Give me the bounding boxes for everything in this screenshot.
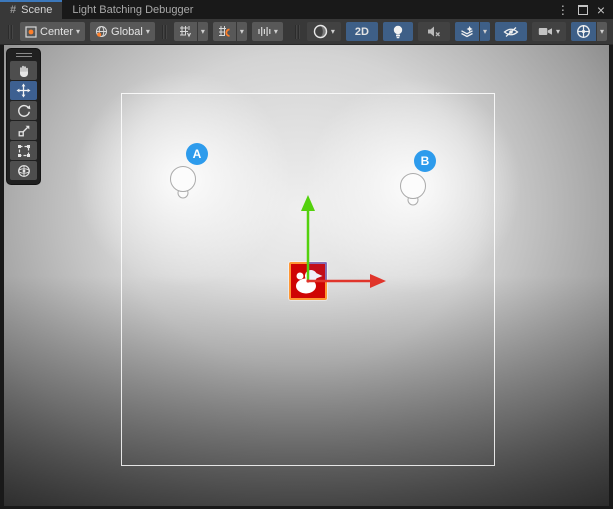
rotate-tool[interactable] [10, 101, 37, 120]
effects-group: ▾ [455, 22, 490, 41]
scale-tool[interactable] [10, 121, 37, 140]
shading-mode-icon [313, 24, 328, 39]
light-b-label: B [421, 154, 430, 168]
orientation-dropdown[interactable]: Global ▾ [90, 22, 155, 41]
mode-2d-button[interactable]: 2D [346, 22, 378, 41]
light-b-badge: B [414, 150, 436, 172]
audio-mute-icon [427, 25, 441, 38]
scale-icon [17, 124, 31, 138]
gizmos-icon [576, 24, 591, 39]
maximize-icon[interactable] [578, 5, 588, 15]
move-tool[interactable] [10, 81, 37, 100]
light-bulb-icon [392, 25, 404, 39]
light-a-label: A [193, 147, 202, 161]
grid-visibility-button[interactable] [174, 22, 197, 41]
scene-visibility-button[interactable] [495, 22, 527, 41]
tab-light-batching-debugger-label: Light Batching Debugger [72, 4, 193, 16]
scene-toolbar: Center ▾ Global ▾ ▾ [0, 19, 613, 45]
chevron-down-icon: ▾ [201, 28, 205, 36]
window-controls: ⋮ × [549, 0, 613, 19]
snap-group: ▾ [213, 22, 247, 41]
tab-bar: # Scene Light Batching Debugger ⋮ × [0, 0, 613, 19]
toolbar-grip [295, 25, 300, 39]
light-a-badge: A [186, 143, 208, 165]
view-hand-tool[interactable] [10, 61, 37, 80]
tab-scene[interactable]: # Scene [0, 0, 62, 19]
scene-camera-dropdown[interactable]: ▾ [532, 22, 566, 41]
transform-icon [17, 164, 31, 178]
audio-button[interactable] [418, 22, 450, 41]
selected-sprite[interactable] [289, 262, 327, 300]
effects-icon [460, 25, 474, 39]
move-icon [16, 83, 31, 98]
camera-icon [538, 26, 553, 37]
scene-tab-icon: # [10, 4, 16, 16]
chevron-down-icon: ▾ [274, 28, 278, 36]
tab-light-batching-debugger[interactable]: Light Batching Debugger [62, 0, 203, 19]
pivot-dropdown[interactable]: Center ▾ [20, 22, 85, 41]
light-a-gizmo[interactable] [168, 165, 198, 201]
pivot-label: Center [40, 26, 73, 38]
effects-button[interactable] [455, 22, 479, 41]
close-icon[interactable]: × [597, 3, 605, 17]
chevron-down-icon: ▾ [76, 28, 80, 36]
chevron-down-icon: ▾ [331, 28, 335, 36]
chevron-down-icon: ▾ [556, 28, 560, 36]
grid-visibility-group: ▾ [174, 22, 208, 41]
rect-tool[interactable] [10, 141, 37, 160]
tabbar-spacer [203, 0, 548, 19]
gizmos-button[interactable] [571, 22, 596, 41]
scene-lighting-button[interactable] [383, 22, 413, 41]
gizmos-dropdown[interactable]: ▾ [597, 22, 607, 41]
pivot-icon [25, 26, 37, 38]
tools-overlay [6, 48, 41, 185]
hand-icon [17, 64, 31, 78]
hidden-objects-icon [503, 26, 519, 38]
orientation-label: Global [111, 26, 143, 38]
snap-increment-icon [257, 25, 271, 38]
rotate-icon [17, 104, 31, 118]
toolbar-grip [162, 25, 167, 39]
chevron-down-icon: ▾ [240, 28, 244, 36]
chevron-down-icon: ▾ [600, 28, 604, 36]
snap-dropdown[interactable]: ▾ [237, 22, 247, 41]
toolbar-grip [8, 25, 13, 39]
chevron-down-icon: ▾ [483, 28, 487, 36]
tab-scene-label: Scene [21, 4, 52, 16]
shading-mode-dropdown[interactable]: ▾ [307, 22, 341, 41]
effects-dropdown[interactable]: ▾ [480, 22, 490, 41]
scene-viewport[interactable]: A B [4, 45, 609, 506]
snap-button[interactable] [213, 22, 236, 41]
window-menu-icon[interactable]: ⋮ [557, 4, 569, 16]
chevron-down-icon: ▾ [146, 28, 150, 36]
rect-tool-icon [17, 144, 31, 158]
light-b-gizmo[interactable] [398, 172, 428, 208]
gizmos-group: ▾ [571, 22, 607, 41]
globe-icon [95, 25, 108, 38]
mode-2d-label: 2D [355, 26, 369, 38]
snap-icon [218, 25, 231, 38]
duck-sprite-image [291, 264, 325, 298]
tools-overlay-drag-handle[interactable] [7, 51, 40, 59]
transform-tool[interactable] [10, 161, 37, 180]
snap-increment-dropdown[interactable]: ▾ [252, 22, 283, 41]
grid-visibility-dropdown[interactable]: ▾ [198, 22, 208, 41]
grid-visibility-icon [179, 25, 192, 38]
